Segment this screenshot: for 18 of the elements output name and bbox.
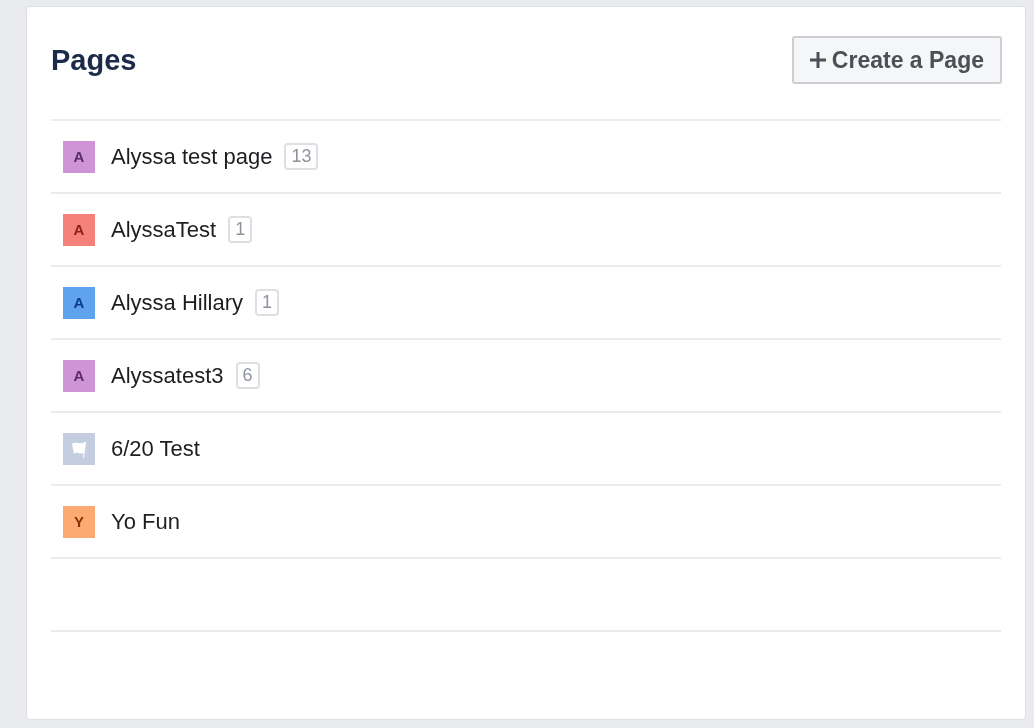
page-name[interactable]: Alyssatest3	[111, 362, 224, 389]
page-avatar: A	[63, 140, 95, 173]
plus-icon	[809, 52, 826, 68]
notification-count: 13	[284, 143, 319, 170]
page-name[interactable]: 6/20 Test	[111, 435, 200, 462]
notification-count: 1	[228, 216, 253, 243]
page-name[interactable]: Yo Fun	[111, 508, 180, 535]
page-name[interactable]: AlyssaTest	[111, 216, 217, 243]
page-avatar: Y	[63, 505, 95, 538]
page-name[interactable]: Alyssa test page	[111, 143, 273, 170]
page-name[interactable]: Alyssa Hillary	[111, 289, 244, 316]
notification-count: 6	[235, 362, 260, 389]
page-avatar: A	[63, 286, 95, 319]
create-page-button[interactable]: Create a Page	[791, 36, 1002, 84]
page-avatar: A	[63, 213, 95, 246]
page-avatar: A	[63, 359, 95, 392]
notification-count: 1	[255, 289, 280, 316]
page-title: Pages	[51, 43, 137, 77]
